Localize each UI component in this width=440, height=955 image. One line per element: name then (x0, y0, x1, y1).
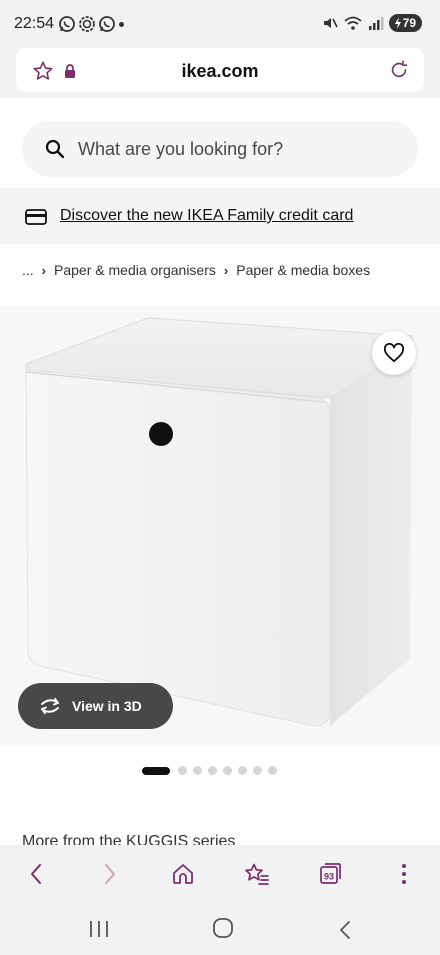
status-bar: 22:54 79 (0, 0, 440, 44)
whatsapp-icon (99, 16, 115, 32)
browser-address-area: ikea.com (0, 44, 440, 98)
view-in-3d-button[interactable]: View in 3D (18, 683, 173, 729)
menu-icon (401, 864, 406, 884)
back-button[interactable] (18, 856, 54, 892)
storage-box-image (25, 317, 413, 727)
home-nav-icon[interactable] (212, 917, 234, 939)
home-button[interactable] (165, 856, 201, 892)
tabs-icon: 93 (320, 863, 342, 884)
address-bar[interactable]: ikea.com (16, 48, 424, 92)
section-heading: More from the KUGGIS series (22, 833, 236, 845)
promo-link[interactable]: Discover the new IKEA Family credit card (60, 207, 353, 225)
notification-icons (58, 15, 116, 33)
pagination-dot[interactable] (208, 766, 217, 775)
pagination-dot[interactable] (268, 766, 277, 775)
menu-button[interactable] (386, 856, 422, 892)
promo-banner: Discover the new IKEA Family credit card (0, 188, 440, 244)
battery-level: 79 (402, 16, 416, 30)
search-icon (45, 139, 65, 159)
pagination-dot-active[interactable] (142, 766, 170, 775)
breadcrumb-ellipsis[interactable]: ... (22, 262, 34, 278)
credit-card-icon (25, 209, 47, 225)
tabs-button[interactable]: 93 (312, 856, 348, 892)
search-input[interactable]: What are you looking for? (22, 121, 418, 177)
favourite-button[interactable] (372, 331, 416, 375)
signal-app-icon (79, 16, 95, 32)
back-nav-icon[interactable] (338, 920, 352, 940)
pagination-dot[interactable] (193, 766, 202, 775)
whatsapp-icon (59, 16, 75, 32)
battery-icon: 79 (388, 14, 422, 32)
search-placeholder: What are you looking for? (78, 139, 284, 159)
chevron-right-icon: › (41, 262, 47, 278)
pagination-dot[interactable] (178, 766, 187, 775)
reload-icon[interactable] (388, 59, 410, 81)
signal-bars-icon (368, 17, 384, 30)
system-navigation-bar (0, 903, 440, 955)
recent-apps-icon[interactable] (88, 920, 110, 938)
tabs-count: 93 (324, 872, 334, 882)
url-text[interactable]: ikea.com (16, 61, 424, 82)
breadcrumb: ... › Paper & media organisers › Paper &… (22, 262, 370, 278)
status-time: 22:54 (14, 15, 55, 32)
product-image[interactable] (0, 306, 440, 746)
wifi-icon (344, 16, 362, 30)
breadcrumb-item[interactable]: Paper & media organisers (54, 262, 216, 278)
breadcrumb-item[interactable]: Paper & media boxes (236, 262, 370, 278)
system-status-icons: 79 (322, 14, 422, 32)
bookmarks-button[interactable] (239, 856, 275, 892)
notification-dot (119, 22, 124, 27)
chevron-right-icon: › (223, 262, 229, 278)
heart-icon (383, 343, 405, 363)
back-icon (31, 864, 41, 884)
forward-icon (104, 864, 115, 884)
rotate-3d-icon (41, 698, 59, 714)
forward-button[interactable] (92, 856, 128, 892)
bookmarks-icon (244, 863, 269, 885)
pagination-dot[interactable] (223, 766, 232, 775)
image-pagination (142, 766, 277, 775)
view-in-3d-label: View in 3D (72, 698, 142, 714)
home-icon (173, 864, 194, 884)
pagination-dot[interactable] (253, 766, 262, 775)
pagination-dot[interactable] (238, 766, 247, 775)
browser-toolbar: 93 (0, 845, 440, 903)
mute-icon (323, 18, 338, 28)
